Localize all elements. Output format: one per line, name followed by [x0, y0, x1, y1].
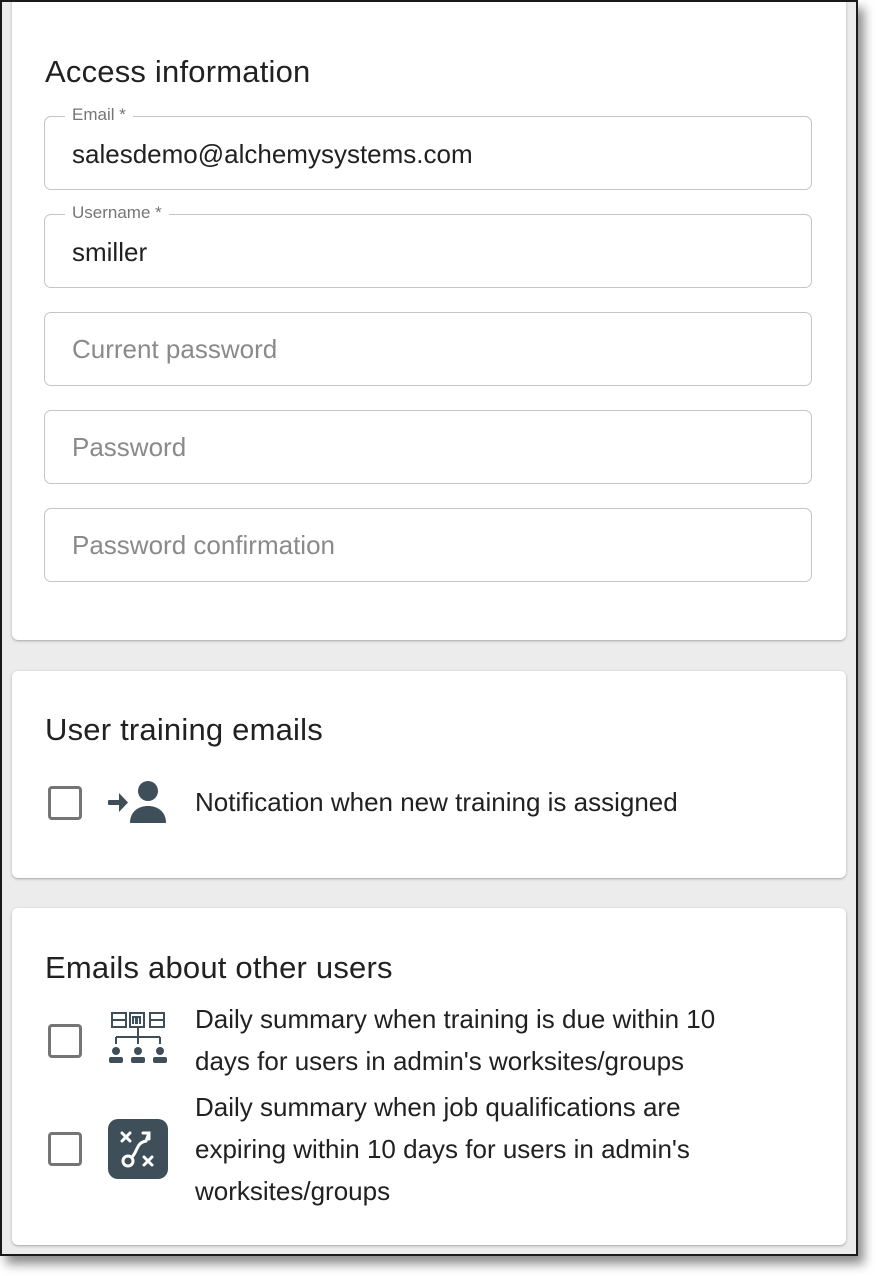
job-qualifications-expiring-label-line-3: worksites/groups: [195, 1176, 391, 1206]
user-training-emails-title: User training emails: [45, 712, 323, 747]
access-information-title: Access information: [45, 54, 311, 89]
username-field[interactable]: Username * smiller: [44, 203, 812, 288]
new-training-notification-label: Notification when new training is assign…: [195, 787, 678, 817]
email-field[interactable]: Email * salesdemo@alchemysystems.com: [44, 105, 812, 190]
screenshot-frame: Access information Email * salesdemo@alc…: [0, 0, 858, 1256]
new-training-notification-option[interactable]: Notification when new training is assign…: [48, 779, 808, 829]
password-confirmation-input[interactable]: [45, 509, 811, 581]
job-qualifications-expiring-checkbox[interactable]: [48, 1132, 82, 1166]
job-qualifications-expiring-option[interactable]: Daily summary when job qualifications ar…: [48, 1086, 808, 1212]
username-value[interactable]: smiller: [72, 237, 147, 267]
new-training-notification-checkbox[interactable]: [48, 786, 82, 820]
access-information-card: Access information Email * salesdemo@alc…: [12, 2, 846, 640]
assign-user-icon: [108, 781, 166, 823]
email-value[interactable]: salesdemo@alchemysystems.com: [72, 139, 473, 169]
password-input[interactable]: [45, 411, 811, 483]
job-qualifications-expiring-label-line-2: expiring within 10 days for users in adm…: [195, 1134, 690, 1164]
current-password-field[interactable]: [44, 312, 812, 386]
email-label: Email *: [65, 105, 133, 125]
current-password-input[interactable]: [45, 313, 811, 385]
job-qualifications-expiring-label-line-1: Daily summary when job qualifications ar…: [195, 1092, 681, 1122]
emails-about-other-users-title: Emails about other users: [45, 950, 393, 985]
training-due-summary-option[interactable]: Daily summary when training is due withi…: [48, 998, 808, 1084]
username-label: Username *: [65, 203, 169, 223]
training-due-summary-checkbox[interactable]: [48, 1024, 82, 1058]
emails-about-other-users-card: Emails about other users Daily summary w…: [12, 908, 846, 1245]
strategy-icon: [108, 1119, 168, 1179]
training-due-summary-label-line-1: Daily summary when training is due withi…: [195, 1004, 716, 1034]
password-field[interactable]: [44, 410, 812, 484]
org-hierarchy-icon: [109, 1012, 167, 1063]
password-confirmation-field[interactable]: [44, 508, 812, 582]
user-training-emails-card: User training emails Notification when n…: [12, 671, 846, 878]
training-due-summary-label-line-2: days for users in admin's worksites/grou…: [195, 1046, 685, 1076]
